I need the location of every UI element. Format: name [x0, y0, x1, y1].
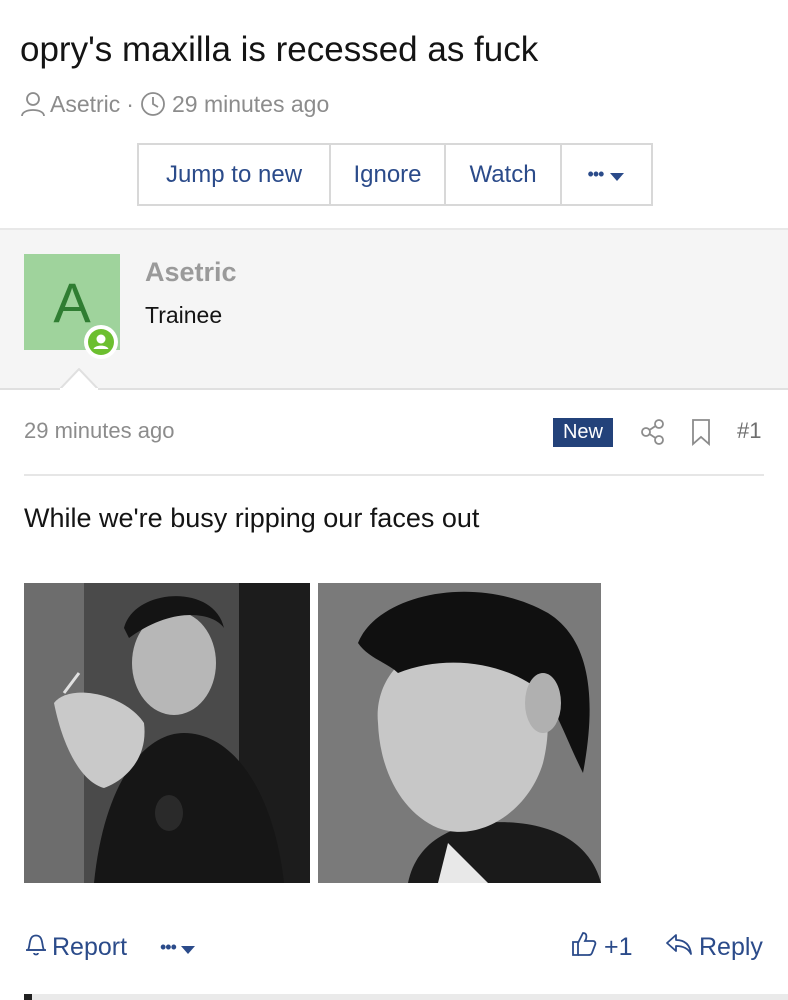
reaction-count: +1: [604, 932, 633, 961]
more-options-label: •••: [587, 164, 605, 184]
thread-action-bar: Jump to new Ignore Watch •••: [137, 143, 653, 206]
user-icon: [20, 91, 46, 117]
user-title: Trainee: [145, 302, 223, 328]
post-permalink[interactable]: #1: [737, 418, 761, 444]
thread-title: opry's maxilla is recessed as fuck: [20, 30, 539, 69]
new-badge: New: [553, 418, 613, 447]
chevron-down-icon: [180, 933, 196, 962]
report-button[interactable]: Report: [24, 930, 127, 964]
thread-meta: Asetric · 29 minutes ago: [20, 88, 329, 120]
post-more-options-button[interactable]: •••: [160, 930, 196, 964]
photo-man-profile-icon: [318, 583, 601, 883]
jump-to-new-button[interactable]: Jump to new: [139, 145, 331, 204]
post-header-divider: [24, 474, 764, 476]
bookmark-icon[interactable]: [690, 418, 712, 451]
meta-separator: ·: [126, 90, 134, 117]
bell-icon: [24, 931, 48, 964]
thread-author-link[interactable]: Asetric: [50, 91, 120, 118]
ignore-button[interactable]: Ignore: [331, 145, 446, 204]
user-name-link[interactable]: Asetric: [145, 257, 237, 288]
share-icon[interactable]: [640, 418, 666, 451]
reply-icon: [665, 931, 693, 964]
post-image-2[interactable]: [318, 583, 601, 883]
online-status-icon: [84, 325, 118, 359]
clock-icon: [140, 91, 166, 117]
chevron-down-icon: [609, 161, 625, 189]
post-more-label: •••: [160, 936, 177, 957]
next-post-edge: [24, 994, 788, 1000]
reply-button[interactable]: Reply: [665, 930, 763, 964]
thumbs-up-icon: [570, 930, 598, 965]
post-text: While we're busy ripping our faces out: [24, 503, 480, 533]
post-image-1[interactable]: [24, 583, 310, 883]
watch-button[interactable]: Watch: [446, 145, 562, 204]
photo-man-holding-cigarette-icon: [24, 583, 310, 883]
thread-time[interactable]: 29 minutes ago: [172, 91, 329, 118]
like-button[interactable]: +1: [570, 930, 633, 964]
reply-label: Reply: [699, 932, 763, 961]
post-date[interactable]: 29 minutes ago: [24, 418, 174, 444]
more-options-button[interactable]: •••: [562, 145, 651, 204]
report-label: Report: [52, 932, 128, 961]
